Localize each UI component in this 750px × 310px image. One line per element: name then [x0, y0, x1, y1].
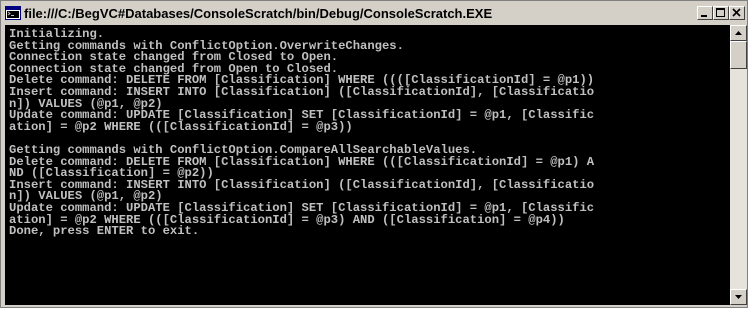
scroll-down-button[interactable] — [730, 289, 747, 305]
chevron-up-icon — [735, 31, 742, 35]
window-title: file:///C:/BegVC#Databases/ConsoleScratc… — [24, 5, 493, 21]
console-line: ation] = @p2 WHERE (([ClassificationId] … — [9, 119, 353, 134]
console-window: file:///C:/BegVC#Databases/ConsoleScratc… — [0, 0, 748, 308]
console-app-icon[interactable] — [5, 6, 21, 20]
console-output[interactable]: Initializing. Getting commands with Conf… — [5, 25, 730, 305]
chevron-down-icon — [735, 295, 742, 299]
title-bar[interactable]: file:///C:/BegVC#Databases/ConsoleScratc… — [3, 3, 745, 23]
vertical-scrollbar[interactable] — [730, 25, 747, 305]
scroll-up-button[interactable] — [730, 25, 747, 41]
window-controls — [697, 6, 745, 20]
minimize-button[interactable] — [697, 6, 713, 20]
scroll-thumb[interactable] — [730, 41, 747, 69]
minimize-icon — [701, 15, 707, 17]
maximize-icon — [716, 8, 725, 17]
close-button[interactable] — [729, 6, 745, 20]
console-text: Initializing. Getting commands with Conf… — [5, 25, 730, 238]
console-line: Done, press ENTER to exit. — [9, 224, 200, 239]
close-icon — [732, 8, 741, 17]
maximize-button[interactable] — [713, 6, 729, 20]
